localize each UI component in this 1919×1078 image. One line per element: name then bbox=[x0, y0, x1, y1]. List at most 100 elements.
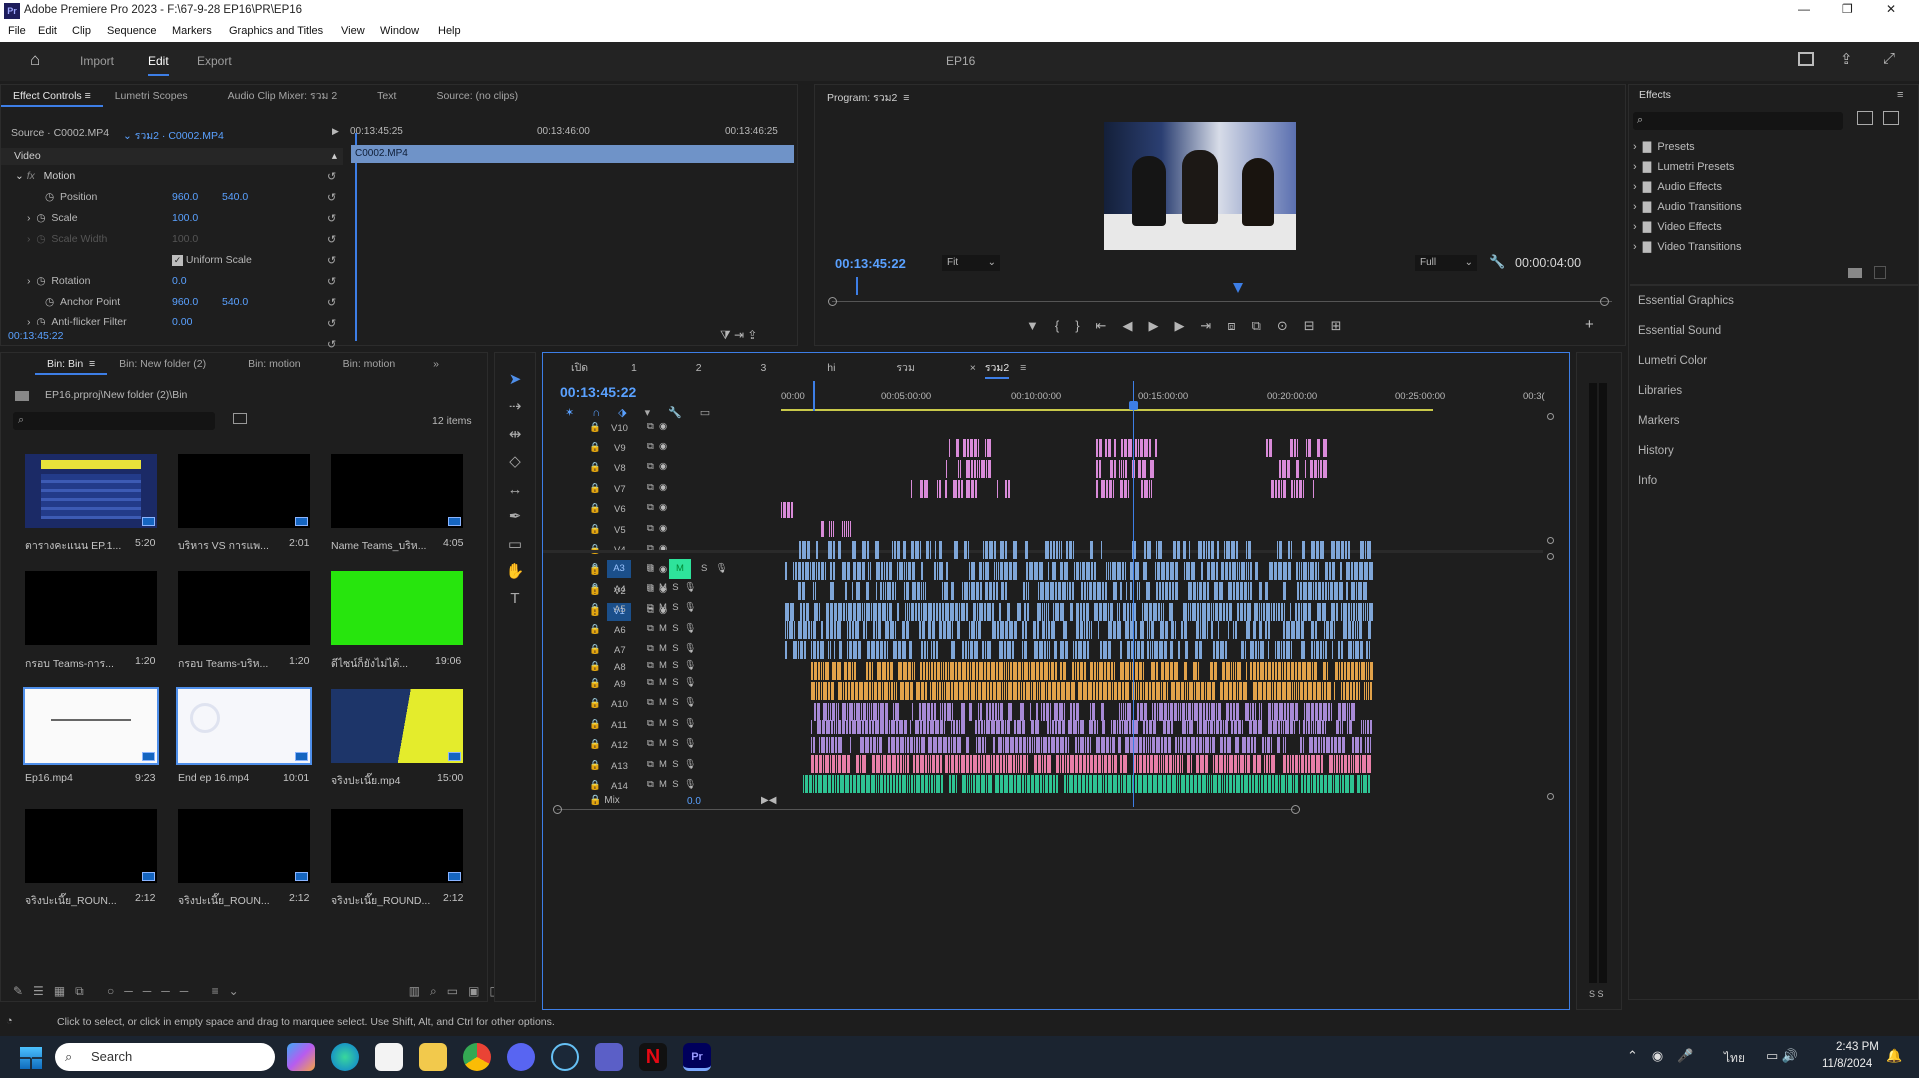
anchor-x-value[interactable]: 960.0 bbox=[172, 292, 198, 313]
timeline-clip[interactable] bbox=[1017, 720, 1021, 734]
timeline-clip[interactable] bbox=[876, 775, 877, 793]
timeline-clip[interactable] bbox=[924, 641, 926, 659]
timeline-clip[interactable] bbox=[793, 562, 794, 580]
timeline-clip[interactable] bbox=[884, 562, 885, 580]
timeline-clip[interactable] bbox=[934, 662, 936, 680]
timeline-clip[interactable] bbox=[1046, 621, 1047, 639]
panel-lumetri-color[interactable]: Lumetri Color bbox=[1638, 355, 1707, 367]
timeline-clip[interactable] bbox=[1339, 755, 1340, 773]
timeline-clip[interactable] bbox=[817, 720, 821, 734]
timeline-clip[interactable] bbox=[876, 755, 880, 773]
timeline-clip[interactable] bbox=[1323, 641, 1324, 659]
accelerated-effects-icon[interactable] bbox=[1857, 111, 1873, 125]
timeline-clip[interactable] bbox=[1212, 737, 1215, 753]
timeline-clip[interactable] bbox=[1042, 603, 1043, 621]
timeline-clip[interactable] bbox=[821, 682, 822, 700]
timeline-clip[interactable] bbox=[1246, 662, 1247, 680]
timeline-clip[interactable] bbox=[1320, 641, 1322, 659]
timeline-clip[interactable] bbox=[1334, 621, 1335, 639]
timeline-clip[interactable] bbox=[984, 662, 986, 680]
timeline-clip[interactable] bbox=[1358, 603, 1362, 621]
timeline-clip[interactable] bbox=[968, 641, 969, 659]
timeline-clip[interactable] bbox=[915, 541, 919, 559]
timeline-clip[interactable] bbox=[814, 703, 816, 721]
timeline-clip[interactable] bbox=[1304, 775, 1306, 793]
timeline-clip[interactable] bbox=[974, 460, 976, 478]
timeline-clip[interactable] bbox=[912, 562, 915, 580]
timeline-clip[interactable] bbox=[1259, 582, 1262, 600]
timeline-clip[interactable] bbox=[994, 562, 995, 580]
timeline-clip[interactable] bbox=[1140, 621, 1144, 639]
clock-time[interactable]: 2:43 PM bbox=[1836, 1041, 1879, 1053]
timeline-clip[interactable] bbox=[1233, 682, 1236, 700]
timeline-clip[interactable] bbox=[842, 562, 846, 580]
timeline-clip[interactable] bbox=[821, 621, 823, 639]
timeline-clip[interactable] bbox=[951, 720, 952, 734]
timeline-clip[interactable] bbox=[1203, 582, 1206, 600]
razor-tool-icon[interactable]: ◇ bbox=[503, 451, 527, 473]
timeline-clip[interactable] bbox=[1220, 737, 1223, 753]
timeline-clip[interactable] bbox=[1203, 541, 1205, 559]
scale-value[interactable]: 100.0 bbox=[172, 208, 198, 229]
timeline-clip[interactable] bbox=[1310, 460, 1313, 478]
timeline-clip[interactable] bbox=[1005, 621, 1008, 639]
timeline-clip[interactable] bbox=[925, 775, 928, 793]
bin-thumb-3[interactable] bbox=[331, 454, 463, 528]
timeline-clip[interactable] bbox=[1241, 641, 1244, 659]
timeline-clip[interactable] bbox=[815, 582, 816, 600]
timeline-clip[interactable] bbox=[927, 720, 929, 734]
timeline-clip[interactable] bbox=[949, 755, 950, 773]
timeline-clip[interactable] bbox=[1328, 703, 1330, 721]
timeline-clip[interactable] bbox=[847, 562, 850, 580]
timeline-clip[interactable] bbox=[969, 682, 970, 700]
timeline-clip[interactable] bbox=[1055, 603, 1059, 621]
timeline-clip[interactable] bbox=[845, 682, 847, 700]
timeline-clip[interactable] bbox=[961, 720, 965, 734]
timeline-clip[interactable] bbox=[1062, 720, 1065, 734]
type-tool-icon[interactable]: T bbox=[503, 588, 527, 610]
timeline-clip[interactable] bbox=[1350, 775, 1354, 793]
timeline-clip[interactable] bbox=[876, 562, 880, 580]
timeline-clip[interactable] bbox=[802, 582, 805, 600]
timeline-clip[interactable] bbox=[785, 621, 786, 639]
tab-bin[interactable]: Bin: Bin ≡ bbox=[35, 353, 108, 375]
timeline-clip[interactable] bbox=[1316, 641, 1319, 659]
seq-tab-ruam2[interactable]: รวม2 bbox=[984, 362, 1010, 379]
timeline-clip[interactable] bbox=[1125, 682, 1129, 700]
timeline-clip[interactable] bbox=[1114, 662, 1115, 680]
timeline-clip[interactable] bbox=[1175, 755, 1176, 773]
timeline-clip[interactable] bbox=[996, 582, 998, 600]
timeline-clip[interactable] bbox=[839, 641, 842, 659]
timeline-clip[interactable] bbox=[1005, 582, 1007, 600]
timeline-clip[interactable] bbox=[1245, 641, 1246, 659]
timeline-clip[interactable] bbox=[1325, 641, 1327, 659]
timeline-clip[interactable] bbox=[816, 562, 817, 580]
timeline-clip[interactable] bbox=[1008, 703, 1012, 721]
timeline-clip[interactable] bbox=[906, 562, 907, 580]
timeline-clip[interactable] bbox=[1022, 720, 1025, 734]
timeline-clip[interactable] bbox=[873, 603, 877, 621]
timeline-clip[interactable] bbox=[848, 682, 850, 700]
timeline-clip[interactable] bbox=[936, 755, 939, 773]
timeline-clip[interactable] bbox=[816, 682, 817, 700]
timeline-clip[interactable] bbox=[1084, 621, 1085, 639]
timeline-clip[interactable] bbox=[1038, 755, 1041, 773]
timeline-clip[interactable] bbox=[1066, 682, 1070, 700]
timeline-clip[interactable] bbox=[1263, 603, 1265, 621]
timeline-clip[interactable] bbox=[1295, 662, 1297, 680]
timeline-clip[interactable] bbox=[1156, 682, 1160, 700]
timeline-clip[interactable] bbox=[1279, 703, 1283, 721]
timeline-clip[interactable] bbox=[1286, 641, 1290, 659]
panel-libraries[interactable]: Libraries bbox=[1638, 385, 1682, 397]
timeline-clip[interactable] bbox=[1287, 703, 1289, 721]
timeline-clip[interactable] bbox=[1034, 641, 1038, 659]
timeline-clip[interactable] bbox=[1311, 641, 1313, 659]
timeline-clip[interactable] bbox=[1268, 720, 1272, 734]
timeline-clip[interactable] bbox=[1148, 737, 1149, 753]
timeline-clip[interactable] bbox=[885, 703, 888, 721]
timeline-clip[interactable] bbox=[1363, 720, 1364, 734]
timeline-clip[interactable] bbox=[1295, 775, 1298, 793]
timeline-clip[interactable] bbox=[1285, 737, 1286, 753]
timeline-clip[interactable] bbox=[1346, 582, 1348, 600]
timeline-clip[interactable] bbox=[1097, 582, 1101, 600]
